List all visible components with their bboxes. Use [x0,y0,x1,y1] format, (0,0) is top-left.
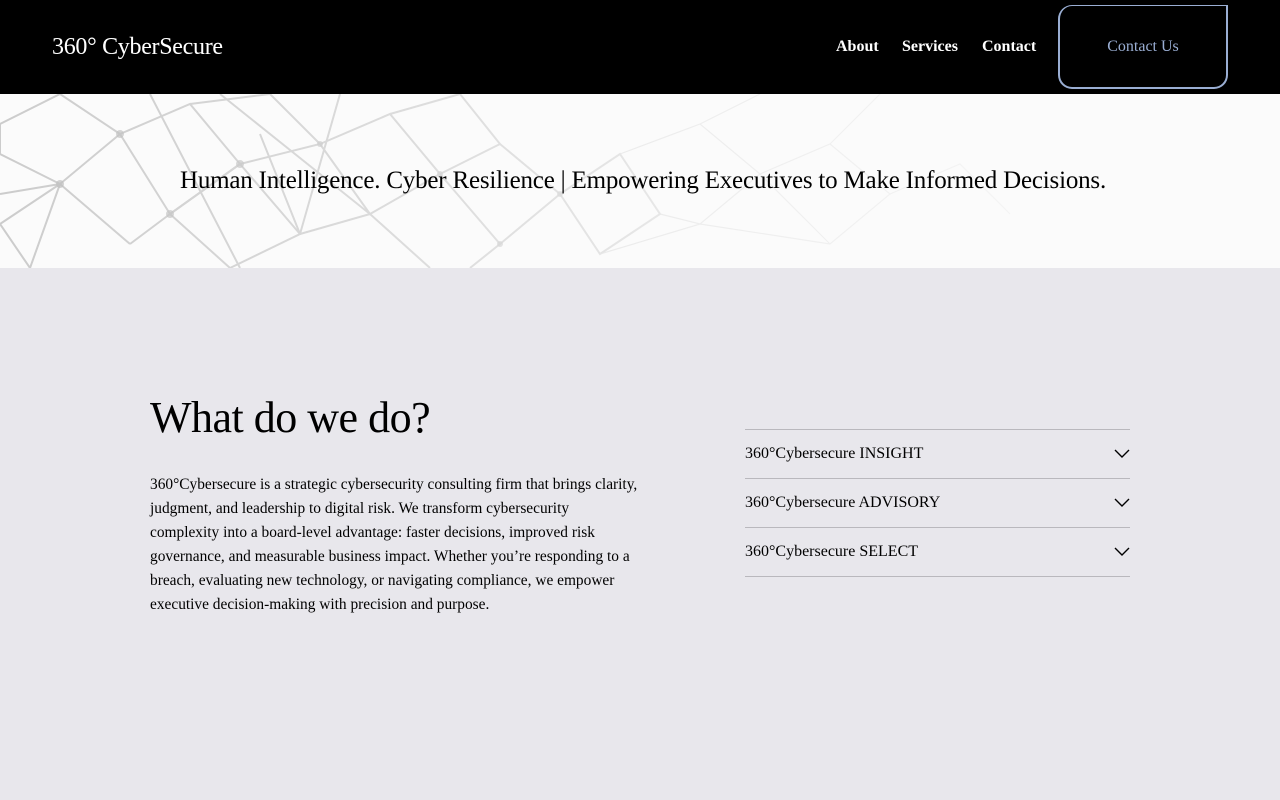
nav-services-link[interactable]: Services [902,37,958,57]
hero-tagline: Human Intelligence. Cyber Resilience | E… [179,167,1107,194]
contact-us-button[interactable]: Contact Us [1058,5,1228,89]
accordion-item-label: 360°Cybersecure ADVISORY [745,494,941,511]
chevron-down-icon [1114,547,1130,556]
chevron-down-icon [1114,498,1130,507]
hero-banner: Human Intelligence. Cyber Resilience | E… [0,94,1280,268]
nav-contact-link[interactable]: Contact [982,37,1036,57]
accordion-item-label: 360°Cybersecure SELECT [745,543,919,560]
section-title: What do we do? [150,393,431,442]
chevron-down-icon [1114,449,1130,458]
accordion-item-label: 360°Cybersecure INSIGHT [745,445,924,462]
nav-about-link[interactable]: About [836,37,879,57]
section-description: 360°Cybersecure is a strategic cybersecu… [150,476,638,613]
site-logo[interactable]: 360° CyberSecure [52,32,223,62]
accordion-item-advisory[interactable]: 360°Cybersecure ADVISORY [745,479,1130,528]
services-accordion: 360°Cybersecure INSIGHT 360°Cybersecure … [745,429,1130,577]
site-header: 360° CyberSecure About Services Contact … [0,0,1280,94]
accordion-item-select[interactable]: 360°Cybersecure SELECT [745,528,1130,577]
accordion-item-insight[interactable]: 360°Cybersecure INSIGHT [745,430,1130,479]
